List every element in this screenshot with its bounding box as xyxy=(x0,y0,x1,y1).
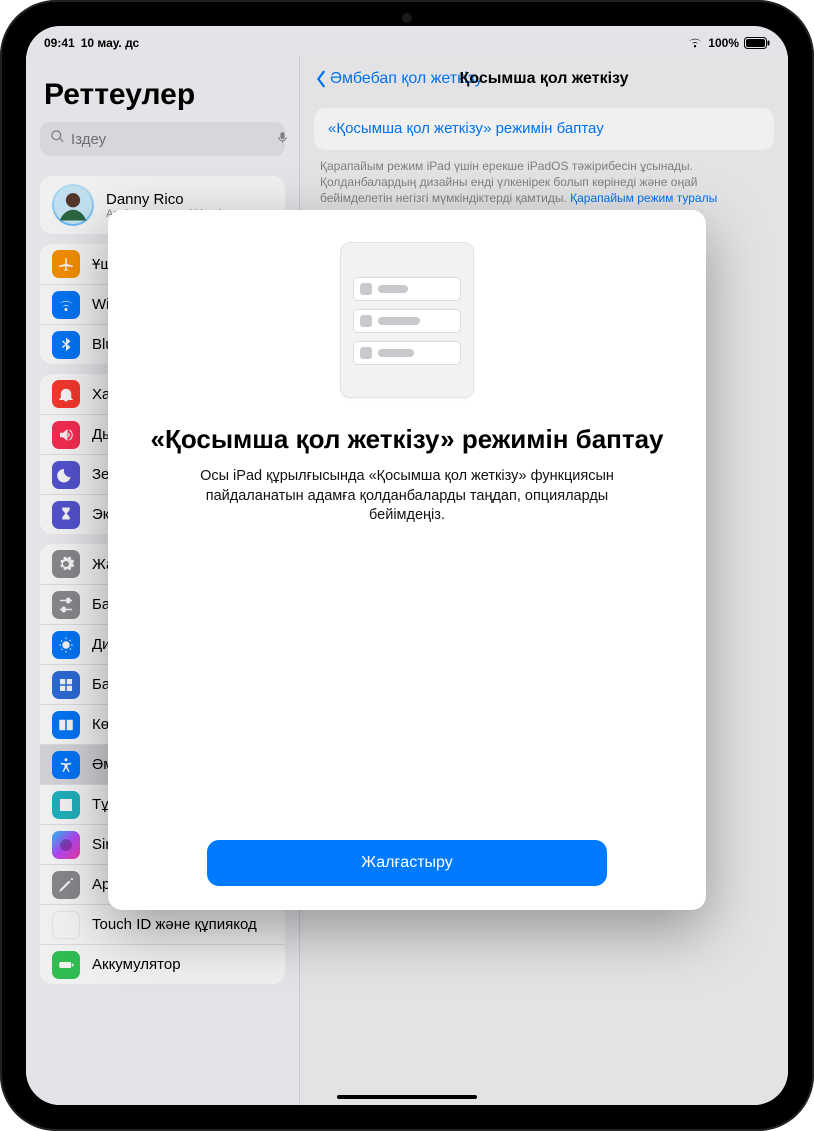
modal-body: Осы iPad құрылғысында «Қосымша қол жеткі… xyxy=(187,467,627,526)
setup-modal: «Қосымша қол жеткізу» режимін баптау Осы… xyxy=(108,210,706,910)
modal-title: «Қосымша қол жеткізу» режимін баптау xyxy=(150,424,663,455)
continue-button[interactable]: Жалғастыру xyxy=(207,840,607,886)
illustration xyxy=(340,242,474,398)
home-indicator[interactable] xyxy=(337,1095,477,1099)
camera-notch xyxy=(402,13,412,23)
